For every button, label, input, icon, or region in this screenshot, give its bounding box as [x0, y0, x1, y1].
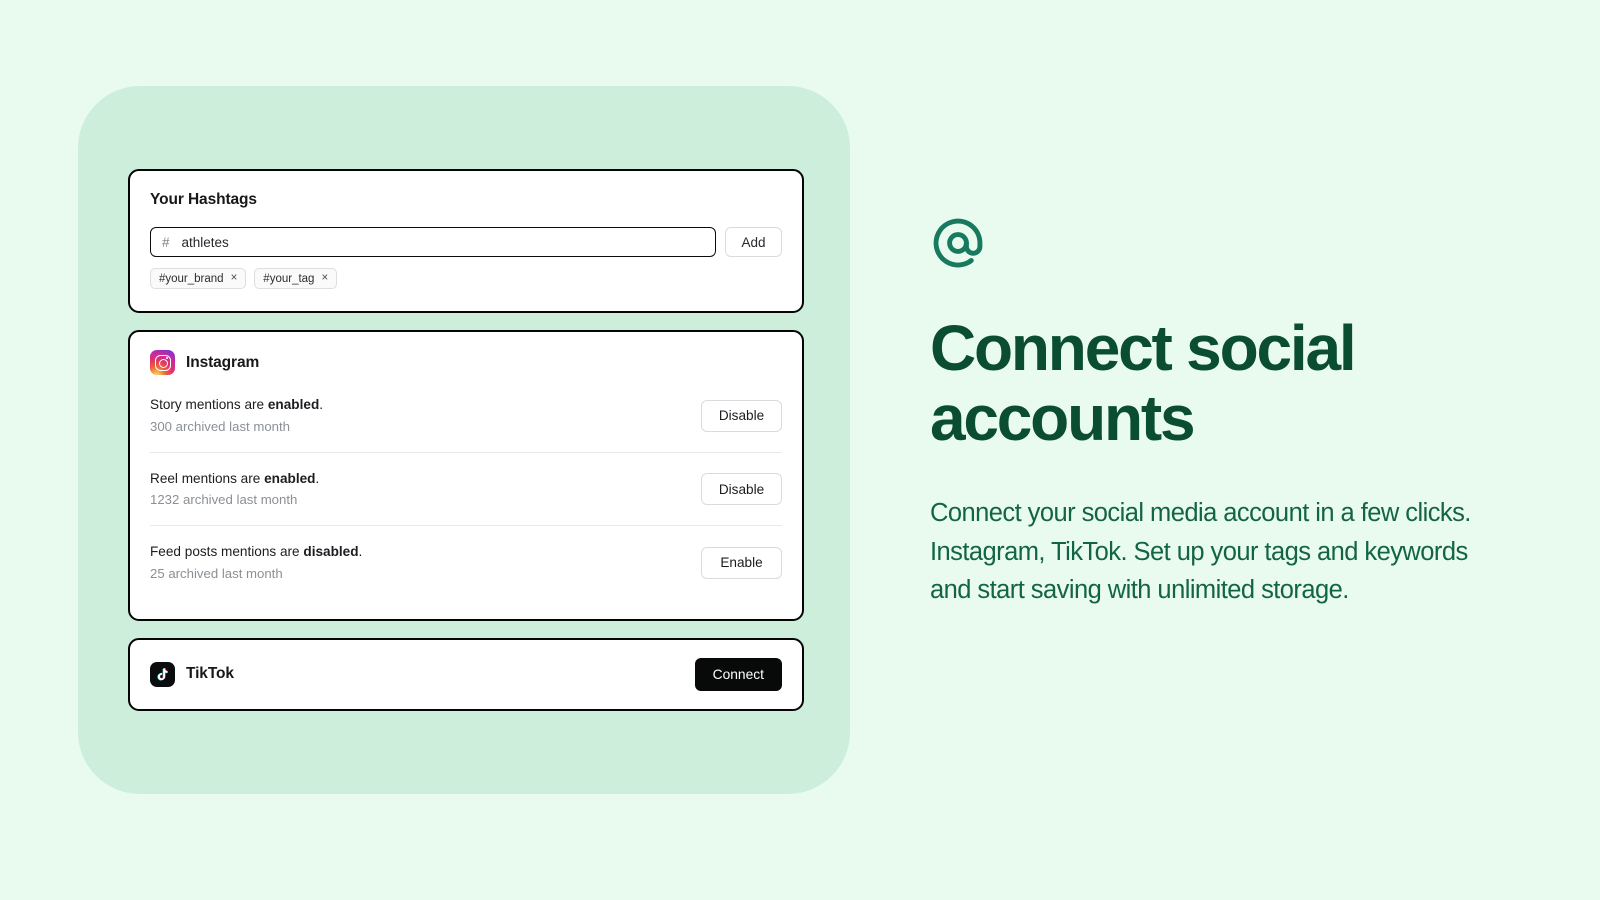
toggle-story-mentions-button[interactable]: Disable: [701, 399, 782, 432]
instagram-icon: [150, 350, 175, 375]
setting-row-status-text: Story mentions are enabled.: [150, 396, 323, 415]
toggle-feed-post-mentions-button[interactable]: Enable: [701, 546, 782, 579]
tiktok-card: TikTok Connect: [128, 637, 804, 711]
hashtags-card-title: Your Hashtags: [150, 191, 257, 208]
cards-stack: Your Hashtags # athletes Add #your_brand…: [128, 169, 804, 711]
hashtag-input-row: # athletes Add: [150, 227, 782, 257]
hash-sign-icon: #: [162, 234, 170, 250]
hashtag-chip-list: #your_brand × #your_tag ×: [150, 268, 782, 289]
tiktok-card-title: TikTok: [186, 665, 234, 683]
page-title: Connect social accounts: [930, 312, 1357, 455]
tiktok-icon: [150, 661, 175, 687]
setting-row-status-text: Feed posts mentions are disabled.: [150, 543, 362, 562]
status-badge: disabled: [303, 544, 359, 560]
add-hashtag-button[interactable]: Add: [725, 227, 782, 257]
instagram-card-header: Instagram: [150, 350, 782, 375]
setting-row-subtext: 1232 archived last month: [150, 492, 298, 508]
marketing-column: Connect social accounts Connect your soc…: [930, 215, 1510, 610]
toggle-reel-mentions-button[interactable]: Disable: [701, 473, 782, 506]
setting-row-text: Feed posts mentions are disabled. 25 arc…: [150, 543, 362, 583]
setting-row-text: Reel mentions are enabled. 1232 archived…: [150, 470, 319, 510]
instagram-card-title: Instagram: [186, 353, 260, 371]
hashtag-chip[interactable]: #your_brand ×: [150, 268, 247, 289]
setting-row-status-text: Reel mentions are enabled.: [150, 470, 319, 489]
status-suffix: .: [315, 470, 320, 486]
hashtag-input[interactable]: # athletes: [150, 227, 716, 257]
page-root: Your Hashtags # athletes Add #your_brand…: [0, 0, 1600, 900]
status-prefix: Feed posts mentions are: [150, 544, 304, 560]
tiktok-card-header: TikTok: [150, 661, 234, 687]
status-suffix: .: [358, 544, 363, 560]
setting-row-text: Story mentions are enabled. 300 archived…: [150, 396, 323, 436]
status-badge: enabled: [267, 397, 320, 412]
status-prefix: Reel mentions are: [150, 470, 265, 486]
setting-row-story-mentions: Story mentions are enabled. 300 archived…: [150, 379, 782, 452]
status-prefix: Story mentions are: [150, 397, 268, 412]
close-icon[interactable]: ×: [231, 272, 238, 285]
close-icon[interactable]: ×: [321, 272, 328, 285]
hashtag-chip-label: #your_brand: [159, 272, 224, 285]
hashtag-input-value: athletes: [181, 234, 229, 250]
hashtags-card: Your Hashtags # athletes Add #your_brand…: [128, 169, 804, 313]
connect-tiktok-button[interactable]: Connect: [694, 657, 782, 691]
status-badge: enabled: [264, 470, 316, 486]
instagram-settings-rows: Story mentions are enabled. 300 archived…: [150, 379, 782, 599]
setting-row-subtext: 25 archived last month: [150, 565, 283, 581]
hashtag-chip-label: #your_tag: [263, 272, 315, 285]
setting-row-subtext: 300 archived last month: [150, 418, 291, 434]
status-suffix: .: [319, 397, 324, 412]
marketing-body-text: Connect your social media account in a f…: [930, 498, 1471, 605]
settings-panel: Your Hashtags # athletes Add #your_brand…: [78, 86, 850, 794]
instagram-card: Instagram Story mentions are enabled. 30…: [128, 330, 804, 621]
at-sign-icon: [933, 218, 983, 268]
hashtag-chip[interactable]: #your_tag ×: [254, 268, 338, 289]
setting-row-feed-post-mentions: Feed posts mentions are disabled. 25 arc…: [150, 525, 782, 599]
setting-row-reel-mentions: Reel mentions are enabled. 1232 archived…: [150, 451, 782, 526]
